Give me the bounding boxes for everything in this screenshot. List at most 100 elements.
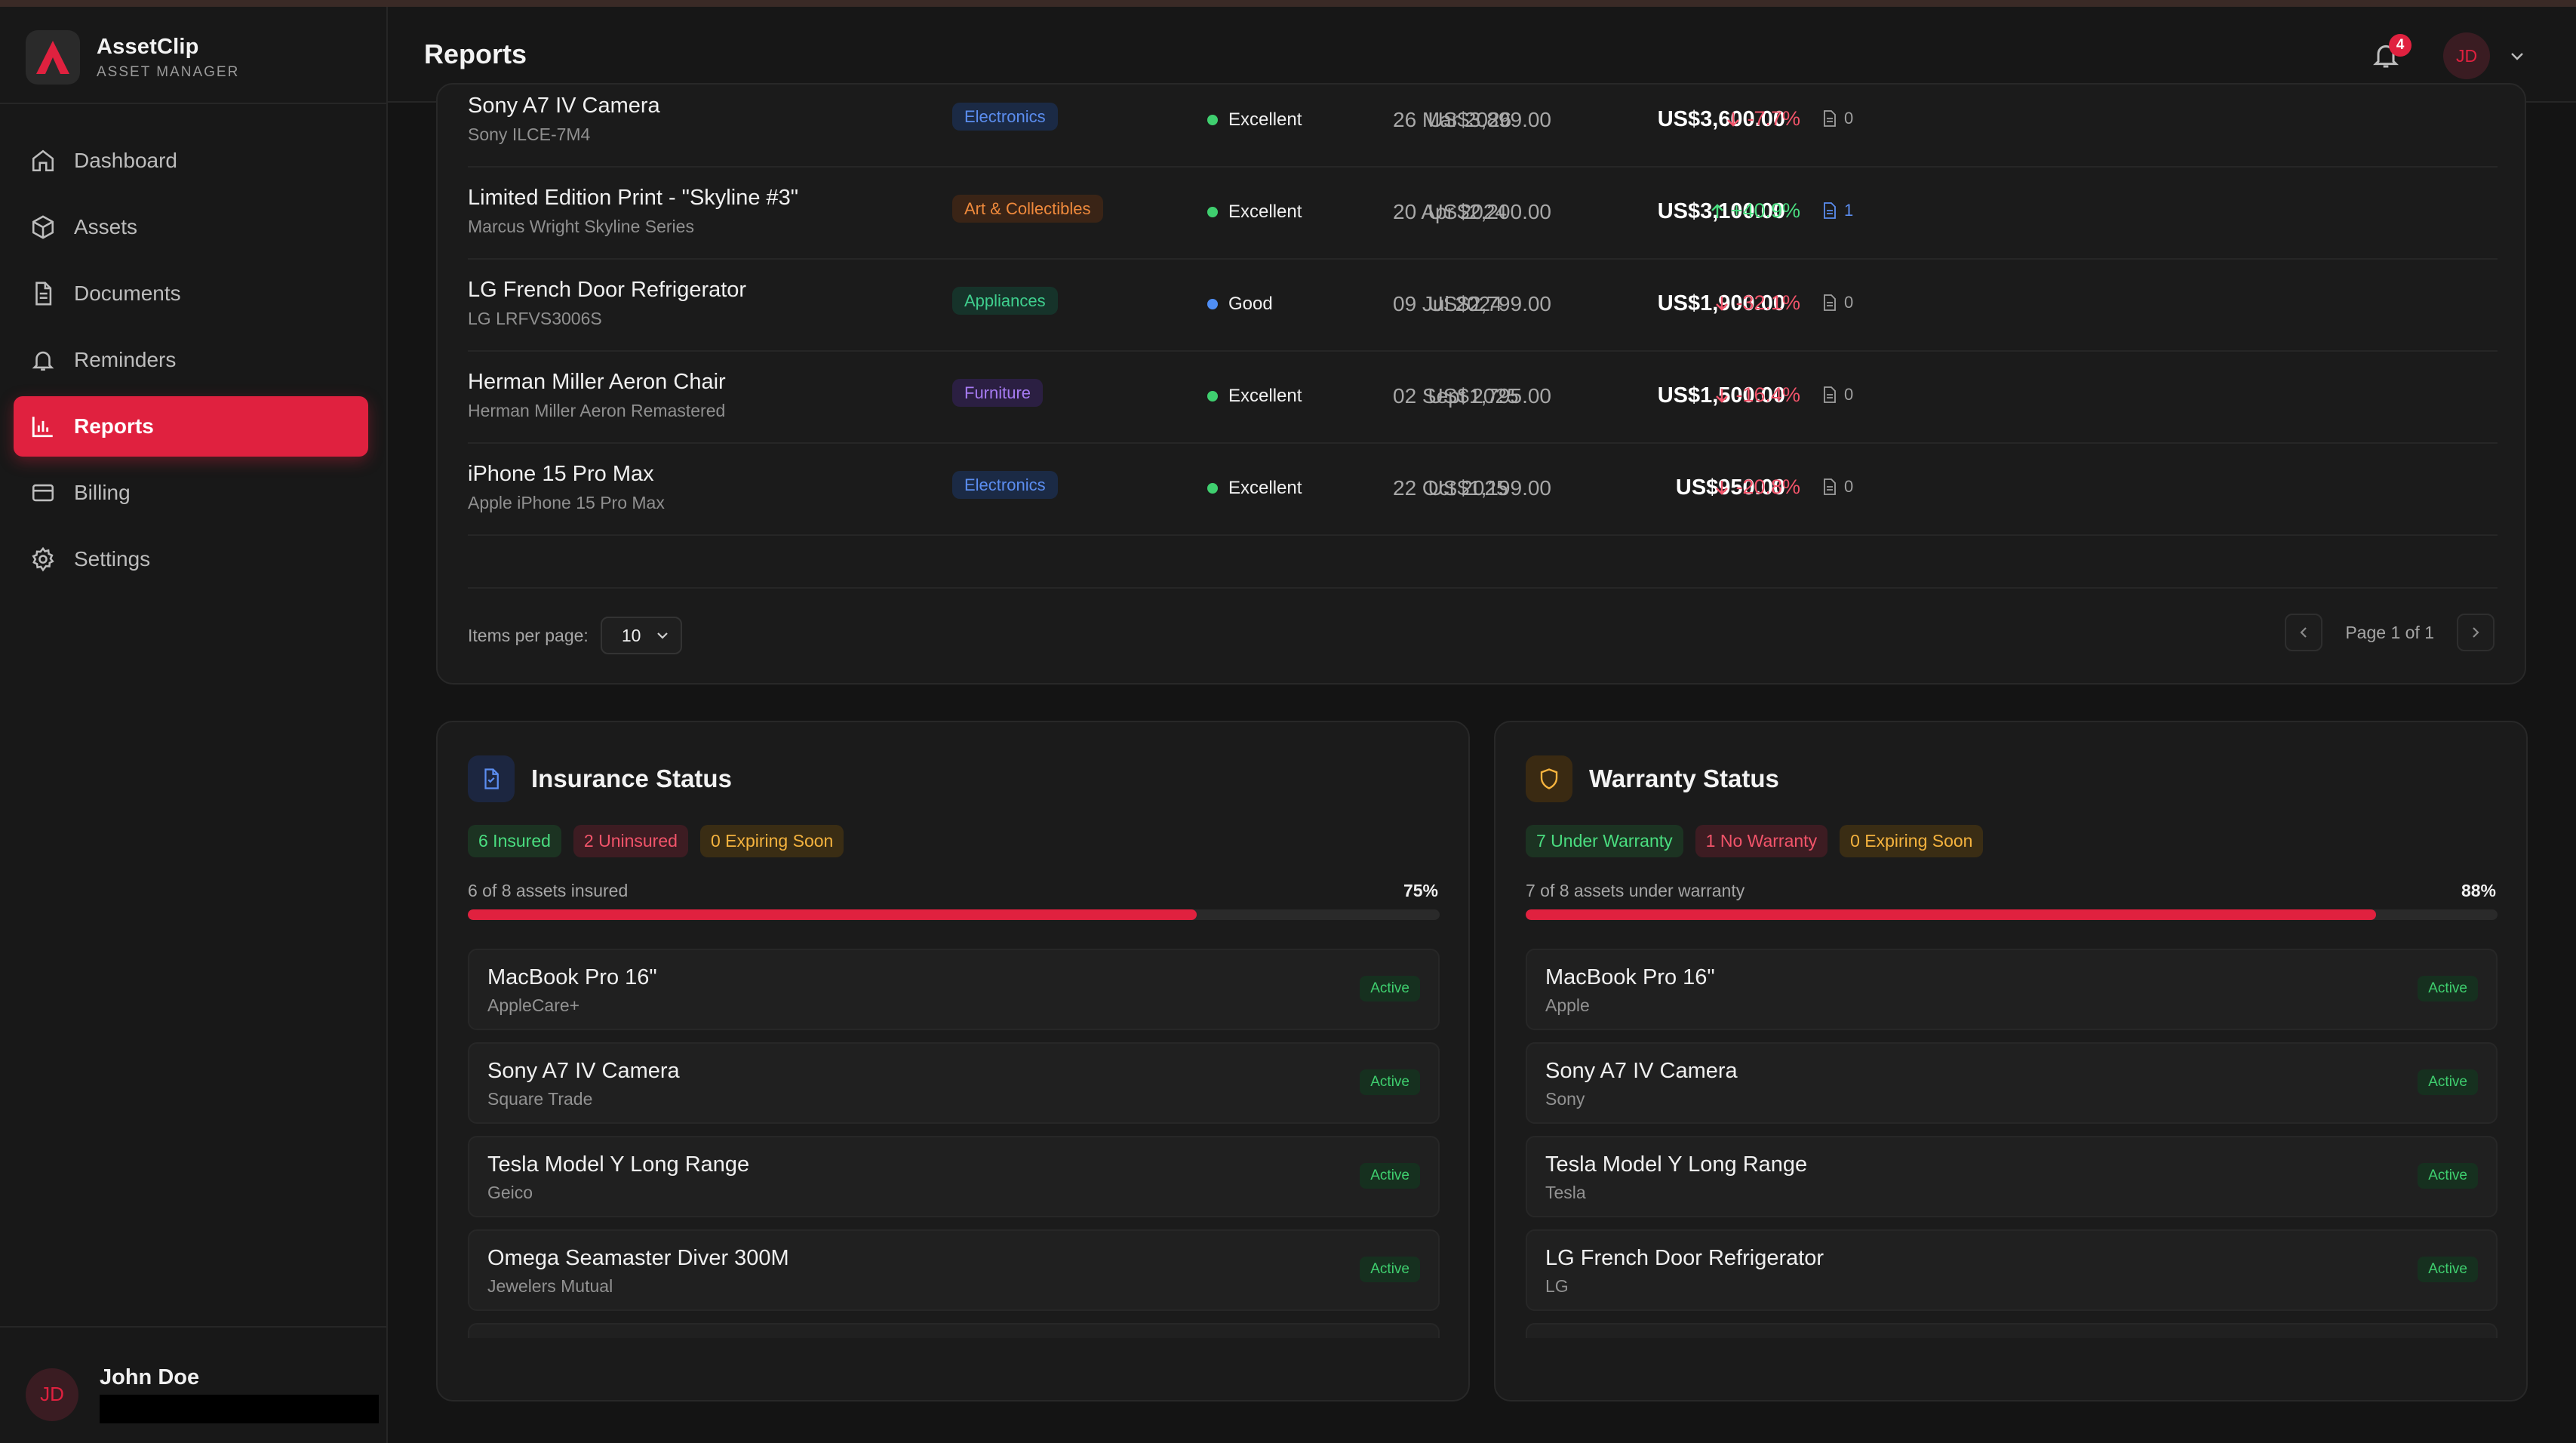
arrow-down-icon <box>1716 388 1729 403</box>
bell-icon <box>32 351 54 371</box>
table-row[interactable]: Herman Miller Aeron Chair Herman Miller … <box>468 352 2498 444</box>
list-item[interactable]: Sony A7 IV Camera Square Trade Active <box>468 1042 1440 1124</box>
list-item[interactable]: MacBook Pro 16" Apple Active <box>1526 949 2498 1030</box>
list-item[interactable]: iPhone 15 Pro Max Active <box>468 1323 1440 1338</box>
warranty-progress-label: 7 of 8 assets under warranty <box>1526 881 1745 900</box>
condition-label: Excellent <box>1228 202 1302 222</box>
list-item[interactable]: Herman Miller Aeron Chair Active <box>1526 1323 2498 1338</box>
sidebar-item-assets[interactable]: Assets <box>14 197 368 257</box>
value-change: -16.4% <box>1735 383 1800 406</box>
document-count[interactable]: 0 <box>1823 109 1853 128</box>
chevron-down-icon <box>657 632 668 639</box>
item-title: Sony A7 IV Camera <box>487 1059 680 1083</box>
chevron-left-icon <box>2300 627 2307 638</box>
page-title: Reports <box>424 38 527 69</box>
document-count[interactable]: 0 <box>1823 293 1853 312</box>
prev-page-button[interactable] <box>2285 614 2323 651</box>
insurance-progress-fill <box>468 909 1197 920</box>
status-badge: Active <box>1360 1257 1420 1282</box>
warranty-progress-percent: 88% <box>2461 881 2496 900</box>
bar-chart-icon <box>32 417 53 438</box>
list-item[interactable]: Omega Seamaster Diver 300M Jewelers Mutu… <box>468 1229 1440 1311</box>
sidebar-item-reminders[interactable]: Reminders <box>14 330 368 390</box>
item-provider: Apple <box>1545 995 1590 1015</box>
asset-model: Apple iPhone 15 Pro Max <box>468 493 665 512</box>
next-page-button[interactable] <box>2457 614 2495 651</box>
document-icon <box>1824 294 1836 311</box>
status-badge: Active <box>2418 1257 2478 1282</box>
user-profile[interactable]: JD John Doe <box>26 1365 379 1423</box>
user-name: John Doe <box>100 1365 200 1389</box>
sidebar-item-settings[interactable]: Settings <box>14 529 368 589</box>
avatar[interactable]: JD <box>2443 32 2490 79</box>
table-row[interactable]: iPhone 15 Pro Max Apple iPhone 15 Pro Ma… <box>468 444 2498 536</box>
list-item[interactable]: Tesla Model Y Long Range Geico Active <box>468 1136 1440 1217</box>
warranty-list: MacBook Pro 16" Apple Active Sony A7 IV … <box>1526 949 2498 1338</box>
sidebar-item-billing[interactable]: Billing <box>14 463 368 523</box>
purchase-price: US$1,795.00 <box>1428 384 1551 408</box>
expiring-count-badge: 0 Expiring Soon <box>699 825 844 857</box>
insurance-list: MacBook Pro 16" AppleCare+ Active Sony A… <box>468 949 1440 1338</box>
insurance-progress-percent: 75% <box>1403 881 1438 900</box>
table-row[interactable]: LG French Door Refrigerator LG LRFVS3006… <box>468 260 2498 352</box>
document-icon <box>468 755 515 802</box>
sidebar-item-dashboard[interactable]: Dashboard <box>14 131 368 191</box>
sidebar-item-reports[interactable]: Reports <box>14 396 368 457</box>
items-per-page-label: Items per page: <box>468 625 589 645</box>
asset-model: Herman Miller Aeron Remastered <box>468 401 726 420</box>
condition-label: Excellent <box>1228 109 1302 130</box>
insurance-status-card: Insurance Status 6 Insured 2 Uninsured 0… <box>436 721 1470 1401</box>
condition-dot <box>1207 391 1218 402</box>
document-count[interactable]: 0 <box>1823 477 1853 497</box>
app-name: AssetClip <box>97 34 199 59</box>
top-accent-line <box>0 0 2576 7</box>
warranty-progress-bar <box>1526 909 2498 920</box>
asset-value-table: Sony A7 IV Camera Sony ILCE-7M4 Electron… <box>436 83 2526 685</box>
item-title: MacBook Pro 16" <box>487 965 657 989</box>
condition-label: Excellent <box>1228 386 1302 406</box>
sidebar-footer-divider <box>0 1326 386 1328</box>
item-title: Tesla Model Y Long Range <box>1545 1152 1808 1177</box>
status-badge: Active <box>1360 1069 1420 1095</box>
asset-name: Sony A7 IV Camera <box>468 94 660 118</box>
redacted-email <box>100 1395 379 1423</box>
document-icon <box>1824 110 1836 127</box>
expiring-count-badge: 0 Expiring Soon <box>1840 825 1984 857</box>
list-item[interactable]: Sony A7 IV Camera Sony Active <box>1526 1042 2498 1124</box>
status-badge: Active <box>2418 1163 2478 1189</box>
item-title: Sony A7 IV Camera <box>1545 1059 1738 1083</box>
status-badge: Active <box>1360 976 1420 1001</box>
credit-card-icon <box>32 484 54 502</box>
list-item[interactable]: MacBook Pro 16" AppleCare+ Active <box>468 949 1440 1030</box>
table-row[interactable]: Limited Edition Print - "Skyline #3" Mar… <box>468 168 2498 260</box>
value-change: -7.7% <box>1747 107 1800 130</box>
asset-model: Marcus Wright Skyline Series <box>468 217 694 236</box>
under-warranty-count-badge: 7 Under Warranty <box>1526 825 1683 857</box>
value-change: -20.8% <box>1735 475 1800 498</box>
app-logo-icon <box>26 30 80 85</box>
item-provider: Square Trade <box>487 1089 593 1109</box>
document-count[interactable]: 1 <box>1823 201 1853 220</box>
sidebar-item-label: Billing <box>74 481 131 504</box>
list-item[interactable]: Tesla Model Y Long Range Tesla Active <box>1526 1136 2498 1217</box>
sidebar-item-label: Reports <box>74 414 154 438</box>
chevron-down-icon[interactable] <box>2508 49 2526 64</box>
condition-dot <box>1207 483 1218 494</box>
warranty-title: Warranty Status <box>1589 765 1779 792</box>
value-change: +40.9% <box>1730 199 1800 222</box>
table-row[interactable]: Sony A7 IV Camera Sony ILCE-7M4 Electron… <box>468 75 2498 168</box>
warranty-progress-fill <box>1526 909 2376 920</box>
document-count[interactable]: 0 <box>1823 385 1853 405</box>
brand[interactable]: AssetClip ASSET MANAGER <box>26 27 239 88</box>
asset-model: Sony ILCE-7M4 <box>468 125 591 144</box>
asset-model: LG LRFVS3006S <box>468 309 602 328</box>
warranty-status-card: Warranty Status 7 Under Warranty 1 No Wa… <box>1494 721 2528 1401</box>
page-indicator: Page 1 of 1 <box>2345 622 2434 642</box>
insurance-title: Insurance Status <box>531 765 732 792</box>
item-provider: LG <box>1545 1276 1569 1296</box>
insurance-progress-bar <box>468 909 1440 920</box>
items-per-page-select[interactable]: 10 <box>600 617 682 654</box>
list-item[interactable]: LG French Door Refrigerator LG Active <box>1526 1229 2498 1311</box>
sidebar-item-documents[interactable]: Documents <box>14 263 368 324</box>
document-count-value: 0 <box>1844 385 1854 404</box>
